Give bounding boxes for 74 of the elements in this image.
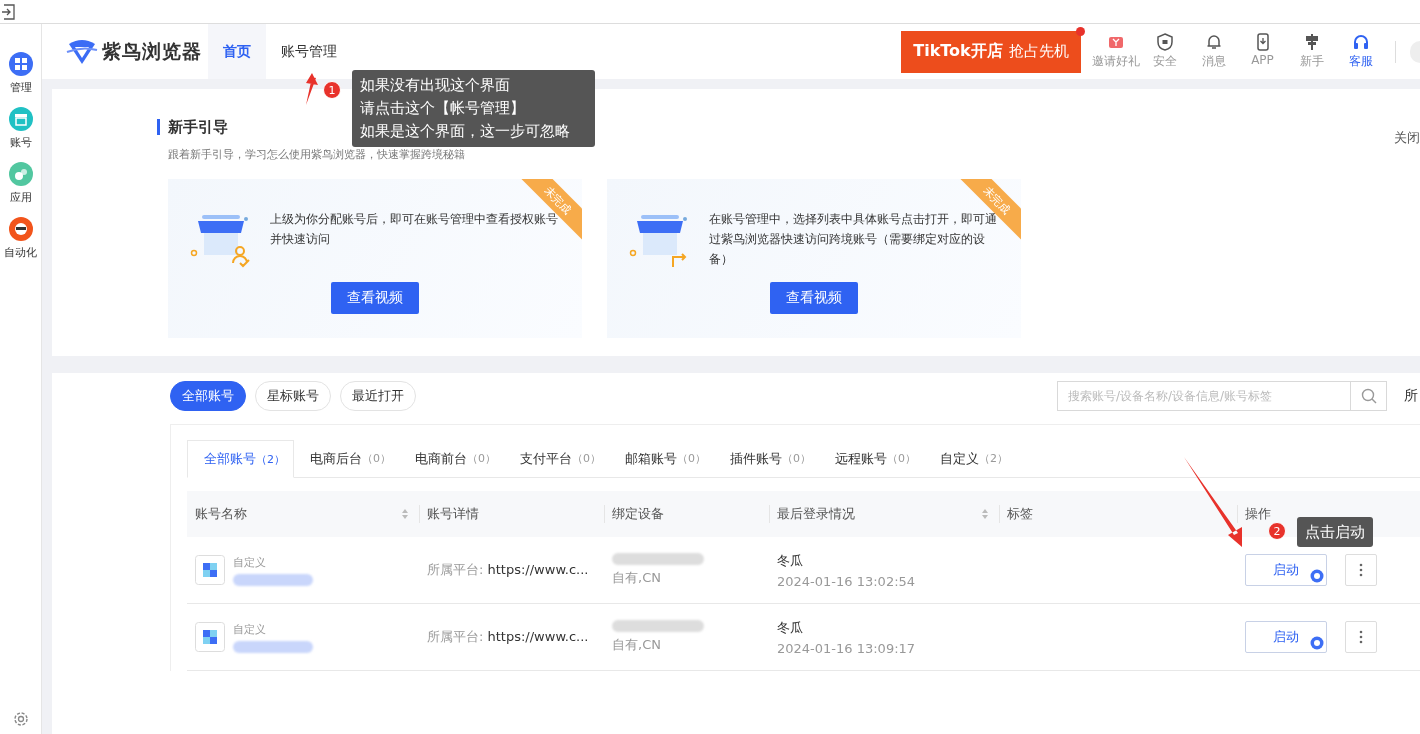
login-time: 2024-01-16 13:09:17 (777, 640, 916, 656)
account-detail: 所属平台: https://www.c... (427, 561, 589, 579)
sidebar-label: 应用 (9, 190, 32, 205)
alert-dot (1076, 26, 1085, 36)
banner-brand: TikTok开店 (913, 41, 1003, 62)
vertical-dots-icon (1359, 630, 1363, 644)
tooltip-line: 如果是这个界面，这一步可忽略 (360, 121, 571, 142)
category-tab[interactable]: 自定义（2） (924, 440, 1016, 477)
column-header: 最后登录情况 (777, 505, 855, 523)
browser-badge-icon (1310, 636, 1324, 650)
search-icon (1360, 388, 1377, 404)
sort-icon[interactable] (401, 508, 409, 520)
more-button[interactable] (1345, 621, 1377, 653)
card-description: 在账号管理中，选择列表中具体账号点击打开，即可通过紫鸟浏览器快速访问跨境账号（需要绑定对应的设备） (709, 211, 997, 268)
search-field[interactable]: 搜索账号/设备名称/设备信息/账号标签 (1057, 381, 1351, 411)
column-header: 绑定设备 (612, 505, 664, 523)
sidebar-label: 管理 (9, 80, 32, 95)
browser-badge-icon (1310, 569, 1324, 583)
category-tab[interactable]: 远程账号（0） (819, 440, 924, 477)
settings-icon[interactable] (11, 710, 30, 728)
login-time: 2024-01-16 13:02:54 (777, 573, 916, 589)
shield-icon (1155, 33, 1174, 51)
nav-tab[interactable]: 账号管理 (266, 24, 352, 79)
device-info: 自有,CN (612, 636, 662, 654)
toolbar-button[interactable]: 客服 (1336, 33, 1385, 70)
puzzle-icon (195, 622, 225, 652)
section-subtitle: 跟着新手引导，学习怎么使用紫鸟浏览器，快速掌握跨境秘籍 (168, 147, 466, 162)
launch-button[interactable]: 启动 (1245, 621, 1327, 653)
card-description: 上级为你分配账号后，即可在账号管理中查看授权账号并快速访问 (270, 211, 558, 248)
tooltip-line: 请点击这个【帐号管理】 (360, 98, 526, 119)
sidebar-item[interactable]: 账号 (8, 107, 33, 150)
headset-icon (1351, 33, 1370, 51)
login-user: 冬瓜 (777, 618, 804, 637)
search-button[interactable] (1351, 381, 1387, 411)
sidebar-item[interactable]: 应用 (8, 162, 33, 205)
tooltip-line: 如果没有出现这个界面 (360, 75, 511, 96)
column-header: 账号名称 (195, 505, 247, 523)
column-header: 标签 (1007, 505, 1033, 523)
watch-video-button[interactable]: 查看视频 (770, 282, 858, 314)
sidebar-label: 自动化 (4, 245, 37, 260)
close-link[interactable]: 关闭 (1394, 129, 1420, 147)
logo-text: 紫鸟浏览器 (102, 38, 202, 64)
banner-slogan: 抢占先机 (1008, 42, 1069, 61)
filter-pill[interactable]: 全部账号 (170, 381, 246, 411)
tooltip-line: 点击启动 (1305, 522, 1365, 543)
category-tab[interactable]: 支付平台（0） (504, 440, 609, 477)
nav-tab[interactable]: 首页 (208, 24, 266, 79)
shield-logo-icon (66, 37, 98, 66)
category-tab[interactable]: 电商前台（0） (399, 440, 504, 477)
category-tab[interactable]: 电商后台（0） (294, 440, 399, 477)
sort-icon[interactable] (981, 508, 989, 520)
column-header: 账号详情 (427, 505, 479, 523)
filter-pill[interactable]: 星标账号 (255, 381, 331, 411)
sidebar-item[interactable]: 自动化 (4, 217, 37, 260)
platform-label: 自定义 (233, 554, 267, 570)
filter-pill[interactable]: 最近打开 (340, 381, 416, 411)
category-tab[interactable]: 插件账号（0） (714, 440, 819, 477)
login-user: 冬瓜 (777, 551, 804, 570)
platform-label: 自定义 (233, 621, 267, 637)
puzzle-icon (195, 555, 225, 585)
exit-icon[interactable] (2, 3, 16, 20)
vertical-dots-icon (1359, 563, 1363, 577)
category-tab[interactable]: 邮箱账号（0） (609, 440, 714, 477)
device-info: 自有,CN (612, 569, 662, 587)
sidebar-item[interactable]: 管理 (8, 52, 33, 95)
more-button[interactable] (1345, 554, 1377, 586)
section-title: 新手引导 (157, 119, 228, 135)
account-detail: 所属平台: https://www.c... (427, 628, 589, 646)
column-header: 操作 (1245, 505, 1271, 523)
launch-button[interactable]: 启动 (1245, 554, 1327, 586)
watch-video-button[interactable]: 查看视频 (331, 282, 419, 314)
dropdown-label[interactable]: 所 (1404, 387, 1418, 405)
sidebar-label: 账号 (9, 135, 32, 150)
category-tab[interactable]: 全部账号（2） (187, 440, 294, 478)
